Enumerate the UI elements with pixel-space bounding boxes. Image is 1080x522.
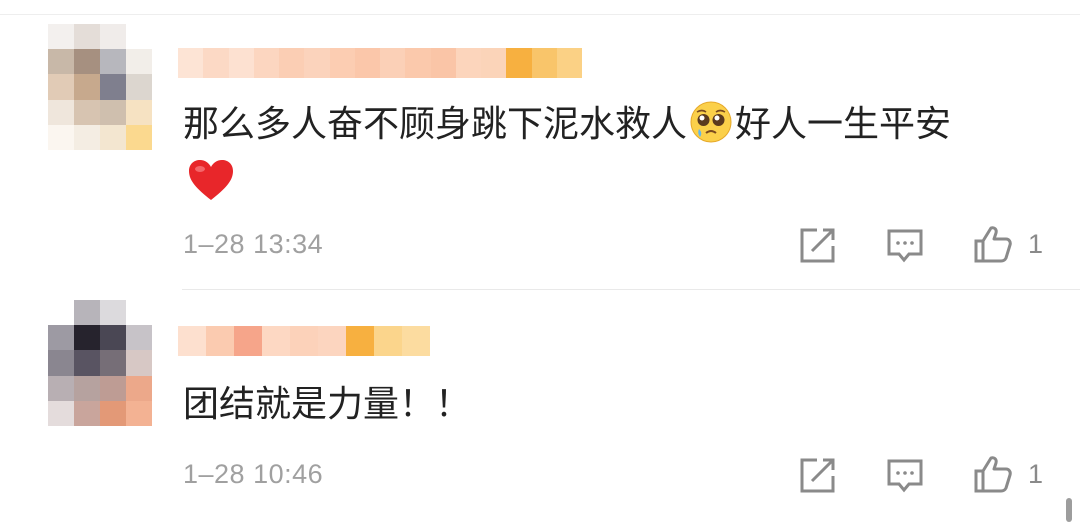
thumbs-up-icon[interactable] — [973, 454, 1013, 494]
comment-icon[interactable] — [885, 226, 925, 266]
comment-timestamp: 1–28 10:46 — [183, 459, 324, 489]
like-count: 1 — [1028, 459, 1044, 489]
red-heart-emoji — [189, 160, 233, 200]
avatar[interactable] — [48, 300, 152, 426]
comment-icon[interactable] — [885, 456, 925, 496]
username-blurred[interactable] — [178, 326, 430, 356]
comment-text-part2: 好人一生平安 — [735, 104, 952, 145]
comment-text: 团结就是力量！！ — [183, 384, 472, 425]
avatar[interactable] — [48, 24, 152, 150]
comment-text: 那么多人奋不顾身跳下泥水救人 好人一生平安 — [183, 98, 1040, 152]
share-icon[interactable] — [797, 456, 837, 496]
username-blurred[interactable] — [178, 48, 582, 78]
scrollbar[interactable] — [1066, 498, 1072, 522]
share-icon[interactable] — [797, 226, 837, 266]
comment-text-part1: 那么多人奋不顾身跳下泥水救人 — [183, 104, 688, 145]
thumbs-up-icon[interactable] — [973, 224, 1013, 264]
pleading-face-emoji — [690, 101, 732, 143]
like-count: 1 — [1028, 229, 1044, 259]
comment-item: 那么多人奋不顾身跳下泥水救人 好人一生平安 1–28 13:34 1 — [0, 0, 1080, 290]
comment-timestamp: 1–28 13:34 — [183, 229, 324, 259]
comment-item: 团结就是力量！！ 1–28 10:46 1 — [0, 290, 1080, 522]
